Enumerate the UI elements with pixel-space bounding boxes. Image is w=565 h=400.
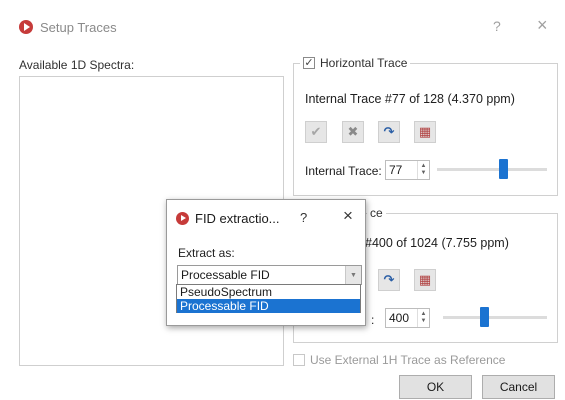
- internal-trace-spinbox[interactable]: 77 ▲ ▼: [385, 160, 430, 180]
- internal-trace-label: Internal Trace:: [305, 164, 382, 178]
- dropdown-option-processable-fid[interactable]: Processable FID: [177, 299, 360, 313]
- vertical-slider-handle[interactable]: [480, 307, 489, 327]
- dropdown-option-pseudospectrum[interactable]: PseudoSpectrum: [177, 285, 360, 299]
- delete-button[interactable]: ✖: [342, 121, 364, 143]
- window-title: Setup Traces: [40, 20, 117, 35]
- vertical-trace-label: ce: [367, 206, 386, 220]
- help-button[interactable]: ?: [493, 18, 501, 34]
- horizontal-trace-header: ✓ Horizontal Trace: [300, 56, 411, 70]
- external-trace-checkbox[interactable]: [293, 354, 305, 366]
- delete-icon: ✖: [347, 124, 359, 139]
- app-icon: [176, 212, 189, 225]
- grid-button[interactable]: ▦: [414, 121, 436, 143]
- vertical-trace-value: 400: [389, 311, 410, 325]
- close-button[interactable]: ×: [537, 15, 548, 36]
- horizontal-slider-track[interactable]: [437, 168, 547, 171]
- vertical-redo-button[interactable]: ↷: [378, 269, 400, 291]
- redo-arrow-icon: ↷: [383, 124, 395, 139]
- combo-value: Processable FID: [181, 268, 270, 282]
- extract-as-dropdown: PseudoSpectrum Processable FID: [176, 284, 361, 313]
- fid-dialog-title: FID extractio...: [195, 211, 280, 226]
- vertical-grid-button[interactable]: ▦: [414, 269, 436, 291]
- ok-button[interactable]: OK: [399, 375, 472, 399]
- spin-arrows-icon[interactable]: ▲ ▼: [417, 309, 429, 327]
- redo-arrow-icon: ↷: [383, 272, 395, 287]
- vertical-trace-info: #400 of 1024 (7.755 ppm): [365, 236, 509, 250]
- vertical-trace-field-label: :: [371, 313, 375, 327]
- grid-x-icon: ▦: [418, 272, 432, 287]
- horizontal-slider-handle[interactable]: [499, 159, 508, 179]
- chevron-down-icon[interactable]: ▼: [345, 266, 361, 284]
- horizontal-trace-checkbox[interactable]: ✓: [303, 57, 315, 69]
- spin-arrows-icon[interactable]: ▲ ▼: [417, 161, 429, 179]
- fid-help-button[interactable]: ?: [300, 210, 307, 225]
- horizontal-trace-info: Internal Trace #77 of 128 (4.370 ppm): [305, 92, 515, 106]
- apply-button[interactable]: ✔: [305, 121, 327, 143]
- extract-as-label: Extract as:: [178, 246, 235, 260]
- redo-button[interactable]: ↷: [378, 121, 400, 143]
- app-icon: [19, 20, 33, 34]
- cancel-button[interactable]: Cancel: [482, 375, 555, 399]
- vertical-trace-spinbox[interactable]: 400 ▲ ▼: [385, 308, 430, 328]
- available-spectra-label: Available 1D Spectra:: [19, 58, 135, 72]
- grid-x-icon: ▦: [418, 124, 432, 139]
- horizontal-trace-label: Horizontal Trace: [320, 56, 408, 70]
- vertical-slider-track[interactable]: [443, 316, 547, 319]
- checkmark-icon: ✔: [310, 124, 322, 139]
- fid-close-button[interactable]: ×: [343, 206, 353, 226]
- extract-as-combobox[interactable]: Processable FID ▼: [177, 265, 362, 285]
- external-trace-label: Use External 1H Trace as Reference: [310, 353, 506, 367]
- title-bar: Setup Traces ? ×: [0, 0, 565, 40]
- external-trace-option[interactable]: Use External 1H Trace as Reference: [293, 353, 505, 367]
- internal-trace-value: 77: [389, 163, 403, 177]
